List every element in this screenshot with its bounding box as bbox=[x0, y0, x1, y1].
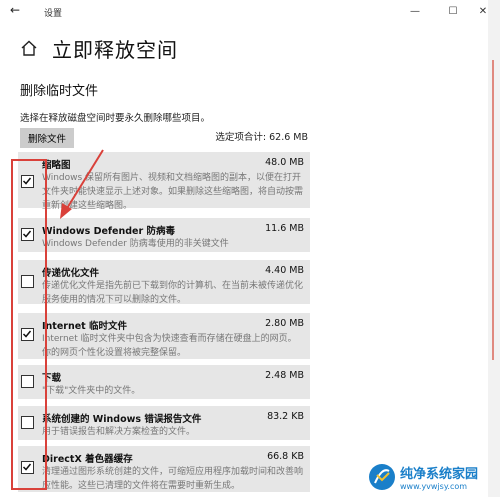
item-size: 11.6 MB bbox=[265, 223, 304, 234]
item-name: 系统创建的 Windows 错误报告文件 bbox=[42, 414, 202, 425]
annotation-line bbox=[492, 60, 494, 360]
item-description: 传递优化文件是指先前已下载到你的计算机、在当前未被传递优化服务使用的情况下可以删… bbox=[42, 281, 304, 305]
item-description: Windows Defender 防病毒使用的非关键文件 bbox=[42, 239, 229, 249]
watermark: 纯净系统家园 www.yvwjsy.com bbox=[368, 460, 498, 494]
item-name: Internet 临时文件 bbox=[42, 321, 128, 332]
checkbox-error-reports[interactable] bbox=[21, 416, 34, 429]
item-name: 传递优化文件 bbox=[42, 268, 100, 279]
window-edge bbox=[488, 0, 500, 497]
item-name: 下载 bbox=[42, 373, 62, 384]
checkmark-icon bbox=[22, 177, 32, 185]
list-item-directx-cache[interactable]: DirectX 着色器缓存 66.8 KB 清理通过图形系统创建的文件，可缩短应… bbox=[18, 446, 310, 492]
watermark-text: 纯净系统家园 bbox=[400, 467, 479, 482]
item-size: 48.0 MB bbox=[265, 157, 304, 168]
back-arrow-icon[interactable]: ← bbox=[10, 3, 20, 17]
list-item-defender[interactable]: Windows Defender 防病毒 11.6 MB Windows Def… bbox=[18, 218, 310, 252]
page-title: 立即释放空间 bbox=[52, 37, 178, 62]
item-description: 用于错误报告和解决方案检查的文件。 bbox=[42, 427, 196, 437]
item-description: "下载"文件夹中的文件。 bbox=[42, 386, 141, 396]
item-name: DirectX 着色器缓存 bbox=[42, 454, 133, 465]
list-item-thumbnails[interactable]: 缩略图 48.0 MB Windows 保留所有图片、视频和文档缩略图的副本，以… bbox=[18, 152, 310, 211]
checkmark-icon bbox=[22, 230, 32, 238]
item-size: 2.48 MB bbox=[265, 370, 304, 381]
checkbox-directx-cache[interactable] bbox=[21, 461, 34, 474]
watermark-logo-icon bbox=[369, 464, 395, 490]
checkbox-downloads[interactable] bbox=[21, 375, 34, 388]
watermark-url: www.yvwjsy.com bbox=[400, 482, 468, 491]
selected-total: 选定项合计: 62.6 MB bbox=[215, 132, 308, 143]
home-icon[interactable] bbox=[20, 39, 38, 57]
checkbox-delivery-optimization[interactable] bbox=[21, 275, 34, 288]
page-header: 立即释放空间 bbox=[20, 34, 178, 62]
maximize-button[interactable]: ☐ bbox=[436, 0, 470, 24]
item-description: 清理通过图形系统创建的文件，可缩短应用程序加载时间和改善响应性能。这些已清理的文… bbox=[42, 467, 304, 491]
section-title: 删除临时文件 bbox=[20, 84, 99, 99]
checkbox-internet-temp[interactable] bbox=[21, 328, 34, 341]
item-size: 2.80 MB bbox=[265, 318, 304, 329]
window-title: 设置 bbox=[44, 9, 63, 19]
item-size: 83.2 KB bbox=[267, 411, 304, 422]
item-name: Windows Defender 防病毒 bbox=[42, 226, 175, 237]
list-item-internet-temp[interactable]: Internet 临时文件 2.80 MB Internet 临时文件夹中包含为… bbox=[18, 313, 310, 359]
minimize-button[interactable]: — bbox=[398, 0, 432, 24]
title-bar: ← 设置 — ☐ ✕ bbox=[0, 0, 500, 24]
item-description: Internet 临时文件夹中包含为快速查看而存储在硬盘上的网页。你的网页个性化… bbox=[42, 334, 297, 358]
checkbox-thumbnails[interactable] bbox=[21, 175, 34, 188]
delete-files-button[interactable]: 删除文件 bbox=[20, 128, 74, 148]
checkbox-defender[interactable] bbox=[21, 228, 34, 241]
item-description: Windows 保留所有图片、视频和文档缩略图的副本，以便在打开文件夹时能快速显… bbox=[42, 173, 304, 211]
item-size: 66.8 KB bbox=[267, 451, 304, 462]
list-item-delivery-optimization[interactable]: 传递优化文件 4.40 MB 传递优化文件是指先前已下载到你的计算机、在当前未被… bbox=[18, 260, 310, 305]
item-name: 缩略图 bbox=[42, 160, 71, 171]
list-item-downloads[interactable]: 下载 2.48 MB "下载"文件夹中的文件。 bbox=[18, 365, 310, 399]
list-item-error-reports[interactable]: 系统创建的 Windows 错误报告文件 83.2 KB 用于错误报告和解决方案… bbox=[18, 406, 310, 440]
checkmark-icon bbox=[22, 463, 32, 471]
section-description: 选择在释放磁盘空间时要永久删除哪些项目。 bbox=[20, 113, 211, 124]
checkmark-icon bbox=[22, 330, 32, 338]
item-size: 4.40 MB bbox=[265, 265, 304, 276]
